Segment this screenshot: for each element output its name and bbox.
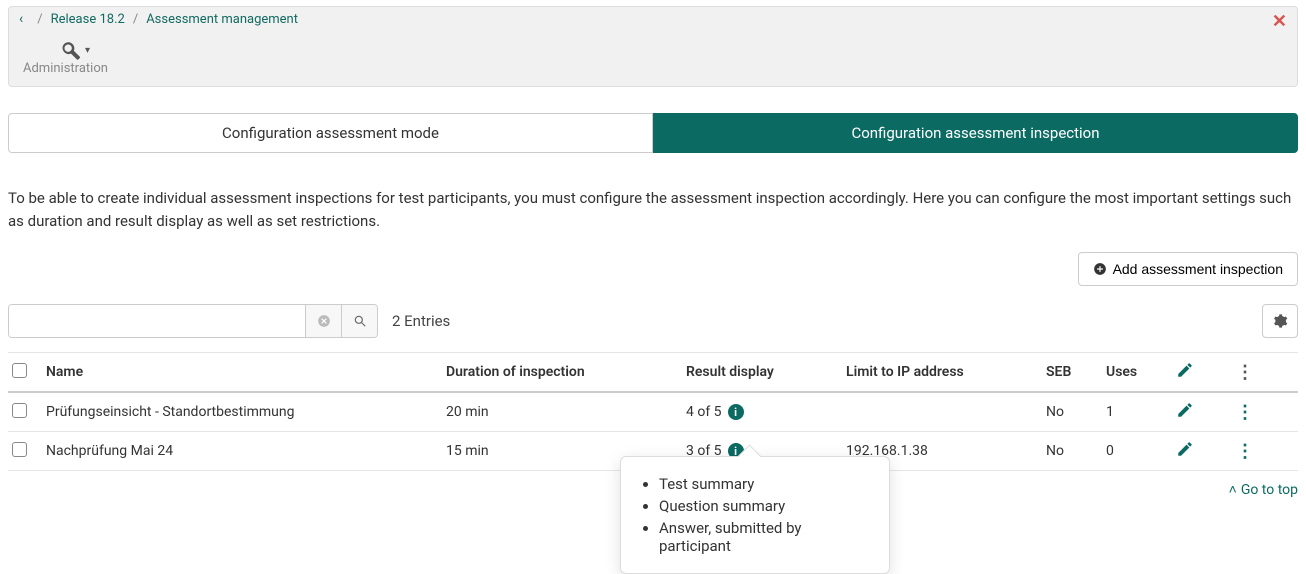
cell-result: 4 of 5 i	[686, 404, 846, 420]
info-icon[interactable]: i	[728, 404, 744, 420]
breadcrumb-sep: /	[37, 12, 42, 27]
search-button[interactable]	[341, 305, 377, 337]
cell-uses: 0	[1106, 443, 1176, 459]
edit-row-button[interactable]	[1176, 401, 1236, 423]
row-checkbox[interactable]	[12, 403, 27, 418]
result-text: 4 of 5	[686, 404, 722, 420]
plus-circle-icon	[1093, 262, 1107, 276]
search-group	[8, 304, 378, 338]
cell-duration: 20 min	[446, 404, 686, 420]
breadcrumb-back-icon[interactable]: ‹	[19, 11, 23, 27]
go-to-top-label: Go to top	[1241, 482, 1298, 498]
toolbar: 2 Entries	[8, 304, 1298, 338]
breadcrumb-sep: /	[133, 12, 138, 27]
admin-label: Administration	[23, 61, 1283, 76]
table-settings-button[interactable]	[1262, 304, 1298, 338]
popover-item: Answer, submitted by participant	[659, 519, 869, 555]
edit-row-button[interactable]	[1176, 440, 1236, 462]
result-display-popover: Test summary Question summary Answer, su…	[620, 456, 890, 574]
clear-icon	[317, 314, 331, 328]
admin-dropdown[interactable]: ▾	[23, 39, 1283, 61]
row-more-button[interactable]: ⋮	[1236, 402, 1276, 423]
cell-seb: No	[1046, 443, 1106, 459]
cell-uses: 1	[1106, 404, 1176, 420]
admin-block: ▾ Administration	[9, 31, 1297, 86]
col-name[interactable]: Name	[46, 364, 446, 380]
chevron-up-icon: ˄	[1229, 481, 1237, 498]
breadcrumb: ‹ / Release 18.2 / Assessment management…	[9, 7, 1297, 31]
col-uses[interactable]: Uses	[1106, 364, 1176, 380]
popover-item: Question summary	[659, 497, 869, 515]
search-icon	[353, 314, 367, 328]
add-inspection-button[interactable]: Add assessment inspection	[1078, 252, 1298, 286]
gear-icon	[1272, 313, 1288, 329]
cell-name: Nachprüfung Mai 24	[46, 443, 446, 459]
go-to-top-link[interactable]: ˄ Go to top	[1229, 481, 1298, 498]
clear-search-button[interactable]	[305, 305, 341, 337]
select-all-checkbox[interactable]	[12, 363, 27, 378]
breadcrumb-current[interactable]: Assessment management	[146, 12, 298, 27]
popover-item: Test summary	[659, 475, 869, 493]
search-input[interactable]	[9, 305, 305, 337]
col-result[interactable]: Result display	[686, 364, 846, 380]
row-more-button[interactable]: ⋮	[1236, 441, 1276, 462]
chevron-down-icon: ▾	[85, 45, 90, 56]
cell-seb: No	[1046, 404, 1106, 420]
col-ip[interactable]: Limit to IP address	[846, 364, 1046, 380]
tab-config-mode[interactable]: Configuration assessment mode	[8, 113, 653, 153]
wrench-icon	[59, 39, 81, 61]
table-row: Prüfungseinsicht - Standortbestimmung 20…	[8, 393, 1298, 432]
col-more-icon[interactable]: ⋮	[1236, 362, 1276, 383]
cell-name: Prüfungseinsicht - Standortbestimmung	[46, 404, 446, 420]
tab-config-inspection[interactable]: Configuration assessment inspection	[653, 113, 1298, 153]
close-icon[interactable]: ✕	[1272, 11, 1287, 32]
inspection-table: Name Duration of inspection Result displ…	[8, 352, 1298, 471]
row-checkbox[interactable]	[12, 442, 27, 457]
col-edit-icon	[1176, 361, 1236, 383]
entries-count: 2 Entries	[392, 312, 450, 330]
tabs: Configuration assessment mode Configurat…	[8, 113, 1298, 153]
add-inspection-label: Add assessment inspection	[1113, 261, 1283, 277]
col-seb[interactable]: SEB	[1046, 364, 1106, 380]
breadcrumb-release[interactable]: Release 18.2	[51, 12, 125, 27]
intro-text: To be able to create individual assessme…	[8, 187, 1298, 232]
table-header: Name Duration of inspection Result displ…	[8, 352, 1298, 393]
col-duration[interactable]: Duration of inspection	[446, 364, 686, 380]
header-bar: ‹ / Release 18.2 / Assessment management…	[8, 6, 1298, 87]
